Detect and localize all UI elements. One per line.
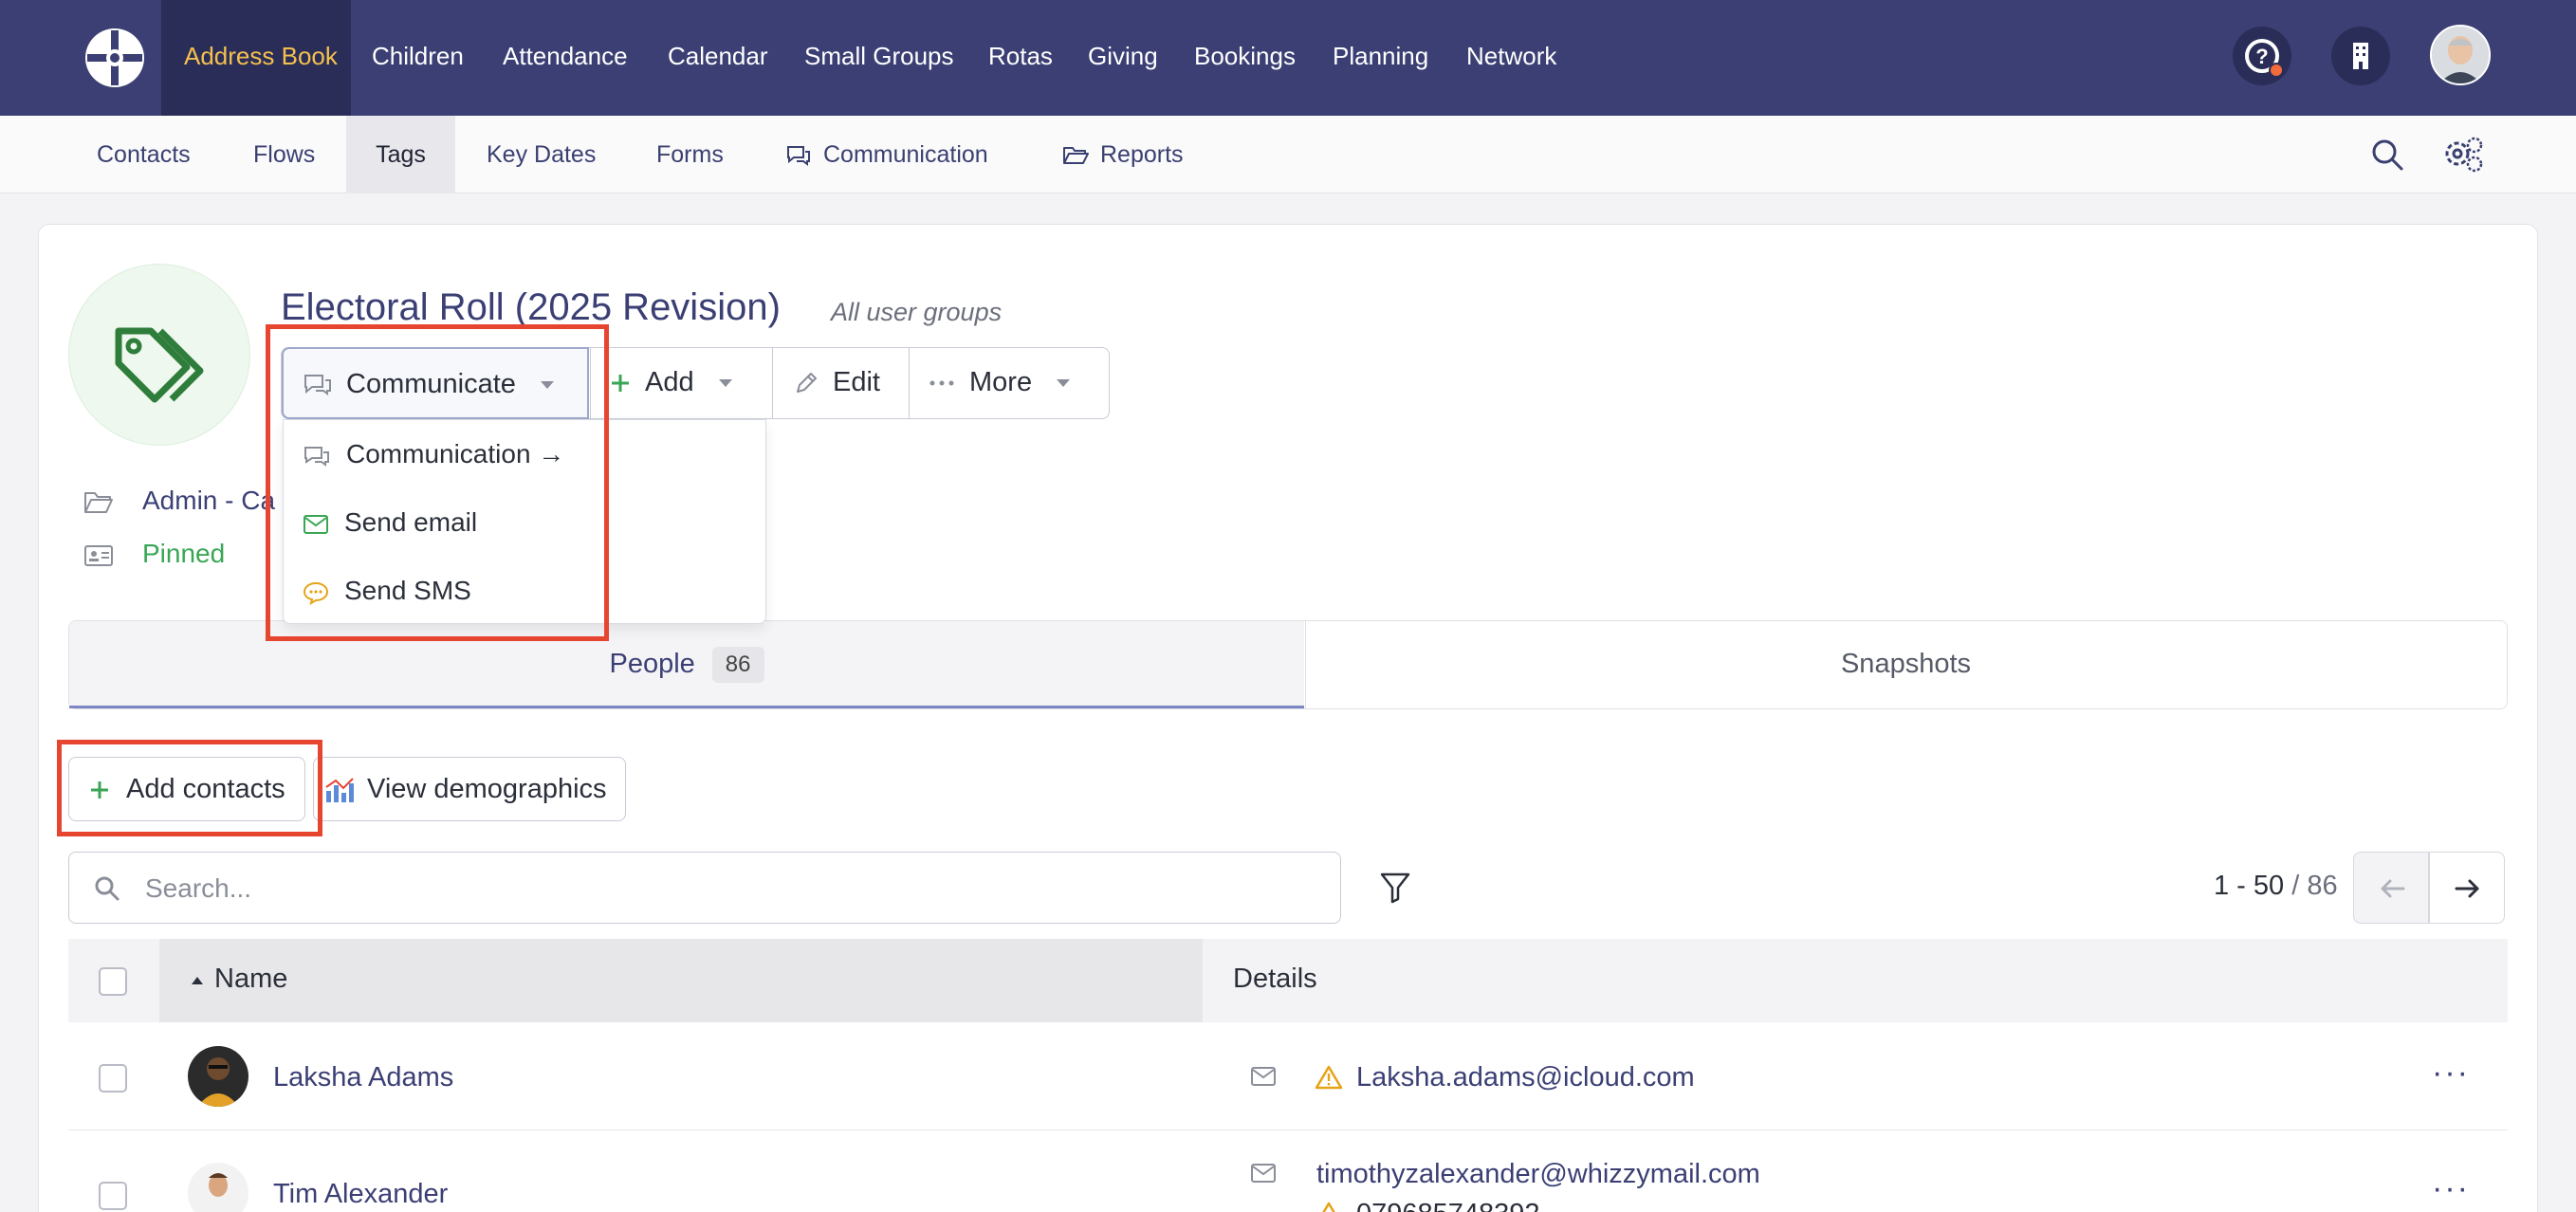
subnav-forms[interactable]: Forms — [656, 116, 724, 193]
envelope-icon — [1251, 1164, 1276, 1183]
settings-gears-icon[interactable] — [2443, 135, 2485, 174]
person-name-link[interactable]: Laksha Adams — [273, 1062, 453, 1093]
tab-snapshots[interactable]: Snapshots — [1305, 621, 2506, 708]
nav-network[interactable]: Network — [1466, 0, 1556, 116]
edit-label: Edit — [833, 367, 880, 397]
top-navigation-bar: Address Book Children Attendance Calenda… — [0, 0, 2576, 116]
nav-planning[interactable]: Planning — [1333, 0, 1428, 116]
toolbar-divider — [909, 348, 910, 418]
nav-address-book[interactable]: Address Book — [161, 0, 351, 116]
nav-small-groups[interactable]: Small Groups — [804, 0, 954, 116]
highlight-add-contacts — [57, 740, 322, 836]
arrow-left-icon — [2381, 879, 2405, 898]
nav-bookings[interactable]: Bookings — [1194, 0, 1296, 116]
subnav-communication-label: Communication — [823, 141, 988, 168]
pencil-icon — [797, 373, 817, 394]
toolbar-divider — [772, 348, 773, 418]
app-logo-icon[interactable] — [83, 27, 146, 89]
person-name-link[interactable]: Tim Alexander — [273, 1179, 448, 1210]
highlight-communicate-menu — [266, 324, 609, 641]
tab-people[interactable]: People 86 — [69, 621, 1304, 708]
name-column-header[interactable] — [159, 939, 1203, 1022]
folder-open-icon — [1063, 147, 1089, 165]
tag-avatar — [68, 264, 250, 446]
meta-folder-link[interactable]: Admin - Ca — [142, 486, 275, 515]
subnav-tags[interactable]: Tags — [346, 116, 455, 193]
ellipsis-icon — [929, 380, 954, 386]
help-icon: ? — [2245, 39, 2284, 78]
filter-icon[interactable] — [1379, 871, 1411, 905]
nav-attendance[interactable]: Attendance — [503, 0, 628, 116]
subnav-key-dates[interactable]: Key Dates — [487, 116, 596, 193]
row-actions-button[interactable]: ··· — [2432, 1170, 2470, 1207]
meta-folder: Admin - Ca — [83, 486, 275, 516]
sub-navigation-bar: Contacts Flows Tags Key Dates Forms Comm… — [0, 116, 2576, 193]
subnav-flows[interactable]: Flows — [253, 116, 315, 193]
nav-children[interactable]: Children — [372, 0, 464, 116]
subnav-reports[interactable]: Reports — [1062, 116, 1184, 193]
warning-icon — [1322, 1202, 1335, 1212]
email-link[interactable]: Laksha.adams@icloud.com — [1356, 1062, 1695, 1093]
id-card-icon — [84, 544, 113, 566]
subnav-contacts[interactable]: Contacts — [97, 116, 191, 193]
row-divider — [68, 1129, 2508, 1130]
caret-down-icon — [1057, 379, 1071, 388]
person-photo-icon — [188, 1046, 248, 1107]
phone-number[interactable]: 07968574839​2 — [1356, 1199, 1540, 1212]
svg-text:?: ? — [2255, 45, 2268, 68]
search-input[interactable] — [145, 864, 1321, 913]
user-avatar[interactable] — [2430, 25, 2491, 85]
page-subtitle: All user groups — [831, 298, 1003, 326]
select-all-checkbox[interactable] — [99, 967, 127, 996]
more-label: More — [969, 367, 1033, 397]
chat-icon — [787, 146, 810, 167]
pagination-summary: 1 - 50 / 86 — [2214, 871, 2338, 902]
add-button[interactable]: Add — [609, 347, 770, 419]
name-header-label: Name — [214, 964, 288, 994]
organisation-button[interactable] — [2331, 27, 2390, 85]
subnav-reports-label: Reports — [1100, 141, 1184, 168]
view-demographics-button[interactable]: View demographics — [313, 757, 626, 821]
people-count-badge: 86 — [711, 647, 764, 684]
meta-status: Pinned — [83, 539, 225, 569]
tag-icon — [115, 327, 204, 403]
avatar — [188, 1046, 248, 1107]
search-icon[interactable] — [2369, 137, 2405, 173]
row-checkbox[interactable] — [99, 1064, 127, 1093]
next-page-button[interactable] — [2429, 852, 2505, 924]
plus-icon — [612, 375, 629, 393]
nav-calendar[interactable]: Calendar — [668, 0, 768, 116]
help-button[interactable]: ? — [2233, 27, 2291, 85]
pagination-total: / 86 — [2291, 871, 2338, 901]
tab-people-label: People — [609, 649, 695, 679]
details-header-label: Details — [1233, 964, 1317, 994]
bar-chart-icon — [325, 778, 354, 803]
search-icon — [95, 876, 120, 901]
caret-down-icon — [718, 379, 732, 388]
more-button[interactable]: More — [929, 347, 1110, 419]
pagination-range: 1 - 50 — [2214, 871, 2285, 901]
building-icon — [2353, 43, 2368, 69]
previous-page-button[interactable] — [2353, 852, 2429, 924]
warning-icon — [1315, 1065, 1343, 1090]
page-title: Electoral Roll (2025 Revision) — [281, 286, 781, 328]
nav-rotas[interactable]: Rotas — [988, 0, 1053, 116]
folder-open-icon — [84, 491, 113, 513]
add-label: Add — [645, 367, 694, 397]
view-demographics-label: View demographics — [367, 774, 607, 804]
sort-ascending-icon — [192, 977, 203, 984]
search-field[interactable] — [68, 852, 1341, 924]
row-checkbox[interactable] — [99, 1182, 127, 1210]
subnav-communication[interactable]: Communication — [785, 116, 988, 193]
user-photo-icon — [2432, 27, 2489, 83]
envelope-icon — [1251, 1067, 1276, 1086]
edit-button[interactable]: Edit — [793, 347, 907, 419]
pinned-status: Pinned — [142, 539, 226, 568]
email-link[interactable]: timothyzalexander@whizzymail.com — [1316, 1159, 1760, 1190]
row-actions-button[interactable]: ··· — [2432, 1055, 2470, 1092]
nav-giving[interactable]: Giving — [1088, 0, 1158, 116]
arrow-right-icon — [2455, 879, 2479, 898]
